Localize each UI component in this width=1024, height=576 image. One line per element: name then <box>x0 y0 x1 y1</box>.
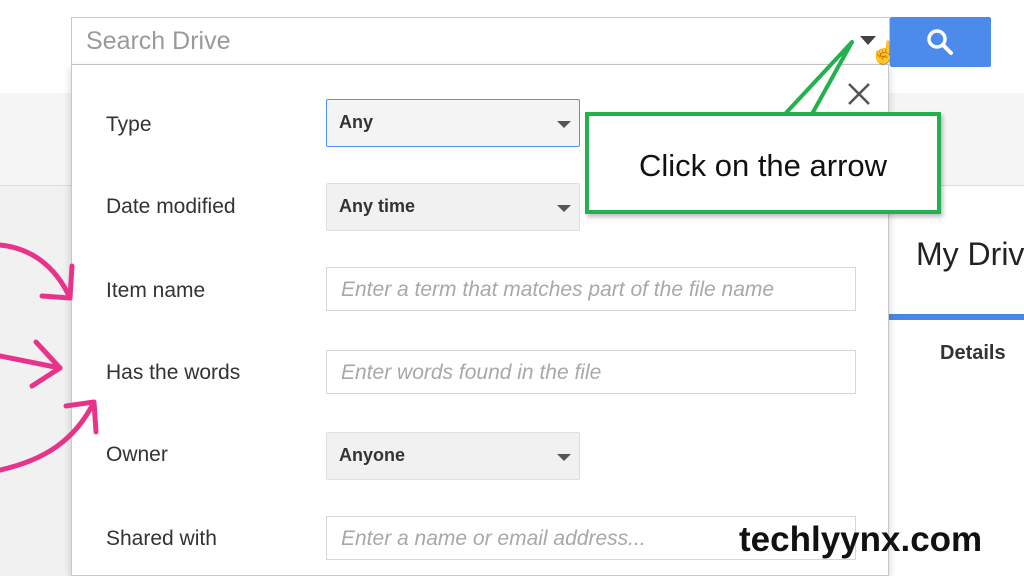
search-input[interactable]: Search Drive <box>86 27 231 56</box>
date-modified-select-value: Any time <box>339 196 416 216</box>
annotation-callout: Click on the arrow <box>585 112 941 214</box>
search-icon <box>927 29 953 55</box>
shared-with-label: Shared with <box>106 527 217 550</box>
page-title: My Drive <box>916 236 1024 272</box>
has-words-placeholder: Enter words found in the file <box>341 361 602 384</box>
shared-with-placeholder: Enter a name or email address... <box>341 527 646 550</box>
has-words-label: Has the words <box>106 361 241 384</box>
owner-select[interactable]: Anyone <box>326 432 580 480</box>
search-bar[interactable]: Search Drive <box>71 17 890 65</box>
item-name-input[interactable]: Enter a term that matches part of the fi… <box>326 267 856 311</box>
close-icon[interactable] <box>844 79 874 109</box>
type-select-value: Any <box>339 112 374 132</box>
has-words-input[interactable]: Enter words found in the file <box>326 350 856 394</box>
details-tab-indicator <box>889 314 1024 320</box>
left-pane <box>0 186 72 576</box>
owner-select-value: Anyone <box>339 445 406 465</box>
type-label: Type <box>106 113 152 136</box>
chevron-down-icon <box>557 121 571 128</box>
watermark: techlyynx.com <box>739 520 983 559</box>
type-select[interactable]: Any <box>326 99 580 147</box>
chevron-down-icon <box>557 454 571 461</box>
date-modified-select[interactable]: Any time <box>326 183 580 231</box>
search-button[interactable] <box>890 17 991 67</box>
item-name-label: Item name <box>106 279 206 302</box>
item-name-placeholder: Enter a term that matches part of the fi… <box>341 278 775 301</box>
owner-label: Owner <box>106 443 168 466</box>
date-modified-label: Date modified <box>106 195 236 218</box>
chevron-down-icon <box>557 205 571 212</box>
callout-text: Click on the arrow <box>638 148 888 183</box>
details-tab[interactable]: Details <box>940 342 1006 365</box>
